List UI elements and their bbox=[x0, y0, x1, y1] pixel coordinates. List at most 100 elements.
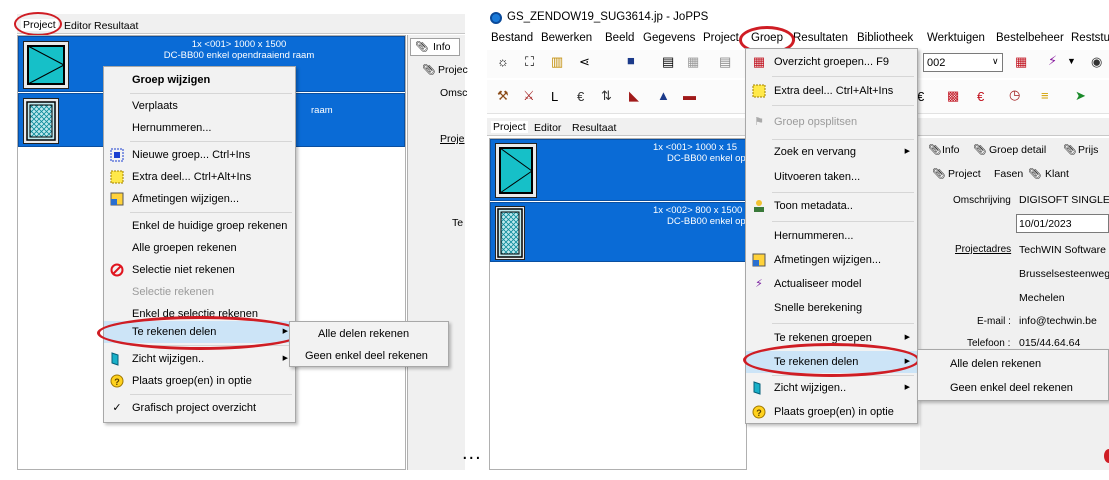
dimensions-icon bbox=[110, 192, 124, 206]
open-icon[interactable]: ▥ bbox=[551, 54, 563, 70]
chevron-down-icon[interactable]: ▼ bbox=[1067, 56, 1076, 66]
menu-uitvoeren-taken[interactable]: Uitvoeren taken... bbox=[746, 166, 917, 188]
tool-icon[interactable]: ⚔︎ bbox=[523, 88, 535, 104]
right-tab-resultaat[interactable]: Resultaat bbox=[572, 122, 616, 134]
tool-icon[interactable]: ◣ bbox=[629, 88, 639, 104]
menu-separator bbox=[130, 394, 292, 395]
menu-bibliotheek[interactable]: Bibliotheek bbox=[857, 32, 913, 44]
right-tab-editor[interactable]: Editor bbox=[534, 122, 561, 134]
window-icon bbox=[23, 41, 69, 89]
menu-extra-deel[interactable]: Extra deel... Ctrl+Alt+Ins bbox=[104, 166, 295, 188]
menu-afmetingen[interactable]: Afmetingen wijzigen... bbox=[104, 188, 295, 210]
menu-nieuwe-groep[interactable]: Nieuwe groep... Ctrl+Ins bbox=[104, 144, 295, 166]
menu-gegevens[interactable]: Gegevens bbox=[643, 32, 695, 44]
save-icon[interactable]: ■ bbox=[627, 53, 635, 68]
telefoon-value[interactable]: 015/44.64.64 bbox=[1019, 337, 1080, 349]
tab-groep-detail[interactable]: Groep detail bbox=[989, 144, 1046, 156]
menu-hernummeren[interactable]: Hernummeren... bbox=[104, 117, 295, 139]
groups-icon[interactable]: ▦ bbox=[1015, 54, 1027, 70]
menu-resultaten[interactable]: Resultaten bbox=[793, 32, 848, 44]
arrow-icon[interactable]: ➤ bbox=[1075, 88, 1086, 104]
menu-bestand[interactable]: Bestand bbox=[491, 32, 533, 44]
tool-icon[interactable]: L bbox=[551, 89, 558, 104]
tool-icon[interactable]: ⚒︎ bbox=[497, 88, 509, 104]
menu-grafisch-overzicht[interactable]: ✓ Grafisch project overzicht bbox=[104, 397, 295, 419]
tool-icon[interactable]: ◉ bbox=[1091, 54, 1102, 70]
submenu-alle-delen[interactable]: Alle delen rekenen bbox=[918, 352, 1108, 376]
menu-verplaats[interactable]: Verplaats bbox=[104, 95, 295, 117]
annotation-dot bbox=[1104, 449, 1109, 463]
menu-zicht-wijzigen[interactable]: Zicht wijzigen.. ▶ bbox=[746, 377, 917, 399]
menu-hernummeren[interactable]: Hernummeren... bbox=[746, 225, 917, 247]
submenu-alle-delen[interactable]: Alle delen rekenen bbox=[290, 323, 448, 345]
menu-actualiseer-model[interactable]: ⚡︎ Actualiseer model bbox=[746, 273, 917, 295]
clock-icon[interactable]: ◷ bbox=[1009, 87, 1020, 103]
address-line-3[interactable]: Mechelen bbox=[1019, 292, 1065, 304]
menu-toon-metadata[interactable]: Toon metadata.. bbox=[746, 195, 917, 217]
left-tab-editor[interactable]: Editor bbox=[64, 20, 91, 32]
group-row-1[interactable]: 1x <001> 1000 x 15 DC-BB00 enkel op bbox=[490, 139, 746, 201]
menu-project[interactable]: Project bbox=[703, 32, 739, 44]
group-row-2[interactable]: 1x <002> 800 x 1500 DC-BB00 enkel op bbox=[490, 202, 746, 262]
chart-icon[interactable]: ▩ bbox=[947, 88, 959, 104]
date-value: 10/01/2023 bbox=[1019, 218, 1072, 230]
tool-icon[interactable]: ⇅ bbox=[601, 88, 612, 104]
menu-reststu[interactable]: Reststu bbox=[1071, 32, 1109, 44]
check-icon: ✓ bbox=[112, 402, 122, 414]
menu-werktuigen[interactable]: Werktuigen bbox=[927, 32, 985, 44]
menu-overzicht-groepen[interactable]: ▦ Overzicht groepen... F9 bbox=[746, 51, 917, 73]
menu-groep-opsplitsen[interactable]: ⚑︎ Groep opsplitsen bbox=[746, 111, 917, 133]
annotation-ring bbox=[743, 343, 920, 377]
subtab-fasen[interactable]: Fasen bbox=[994, 168, 1023, 180]
menu-separator bbox=[772, 105, 914, 106]
left-tab-resultaat[interactable]: Resultaat bbox=[94, 20, 138, 32]
submenu-geen-deel[interactable]: Geen enkel deel rekenen bbox=[918, 376, 1108, 400]
email-label: E-mail : bbox=[977, 316, 1011, 327]
euro-icon[interactable]: € bbox=[977, 89, 984, 104]
tool-icon[interactable]: ≡ bbox=[1041, 88, 1049, 103]
print-icon[interactable]: ▤ bbox=[662, 54, 674, 70]
menu-enkel-huidige[interactable]: Enkel de huidige groep rekenen bbox=[104, 215, 295, 237]
new-icon[interactable]: ☼ bbox=[497, 54, 509, 69]
subtab-project[interactable]: Project bbox=[948, 168, 981, 180]
submenu-geen-deel[interactable]: Geen enkel deel rekenen bbox=[290, 345, 448, 367]
tool-icon[interactable]: ▬ bbox=[683, 88, 696, 103]
left-project-tab[interactable]: Projec bbox=[438, 64, 468, 76]
email-value[interactable]: info@techwin.be bbox=[1019, 315, 1097, 327]
menu-bewerken[interactable]: Bewerken bbox=[541, 32, 592, 44]
address-line-1[interactable]: TechWIN Software bbox=[1019, 244, 1106, 256]
printer-icon[interactable]: ▤ bbox=[719, 54, 731, 70]
omschrijving-value[interactable]: DIGISOFT SINGLE bbox=[1019, 194, 1109, 206]
menu-zicht-wijzigen[interactable]: Zicht wijzigen.. ▶ bbox=[104, 348, 295, 370]
euro-icon[interactable]: € bbox=[577, 89, 584, 104]
menu-alle-groepen[interactable]: Alle groepen rekenen bbox=[104, 237, 295, 259]
chevron-down-icon[interactable]: ∨ bbox=[992, 56, 999, 67]
menu-plaats-optie[interactable]: ? Plaats groep(en) in optie bbox=[746, 401, 917, 423]
menu-bestelbeheer[interactable]: Bestelbeheer bbox=[996, 32, 1064, 44]
menu-selectie-niet[interactable]: Selectie niet rekenen bbox=[104, 259, 295, 281]
tool-icon[interactable]: ▲ bbox=[657, 88, 670, 103]
menu-afmetingen[interactable]: Afmetingen wijzigen... bbox=[746, 249, 917, 271]
menu-selectie-rekenen[interactable]: Selectie rekenen bbox=[104, 281, 295, 303]
euro-icon[interactable]: € bbox=[917, 89, 924, 104]
menu-extra-deel[interactable]: Extra deel... Ctrl+Alt+Ins bbox=[746, 80, 917, 102]
telefoon-label: Telefoon : bbox=[967, 338, 1011, 349]
left-omsc-label: Omsc bbox=[440, 87, 468, 99]
detail-pane bbox=[920, 138, 1109, 470]
tab-info[interactable]: Info bbox=[942, 144, 960, 156]
subtab-klant[interactable]: Klant bbox=[1045, 168, 1069, 180]
chevron-right-icon: ▶ bbox=[282, 355, 288, 362]
menu-snelle-berekening[interactable]: Snelle berekening bbox=[746, 297, 917, 319]
grid-icon[interactable]: ▦ bbox=[687, 54, 699, 70]
lightning-icon[interactable]: ⚡︎ bbox=[1048, 53, 1057, 69]
menu-beeld[interactable]: Beeld bbox=[605, 32, 634, 44]
tab-prijs[interactable]: Prijs bbox=[1078, 144, 1098, 156]
menu-zoek-vervang[interactable]: Zoek en vervang ▶ bbox=[746, 141, 917, 163]
right-tab-project[interactable]: Project bbox=[491, 121, 528, 133]
copy-icon[interactable]: ⛶ bbox=[525, 54, 534, 70]
svg-text:?: ? bbox=[114, 377, 120, 387]
menu-plaats-optie[interactable]: ? Plaats groep(en) in optie bbox=[104, 370, 295, 392]
address-line-2[interactable]: Brusselsesteenweg bbox=[1019, 268, 1109, 280]
fork-icon[interactable]: ⋖ bbox=[579, 54, 590, 70]
menu-groep-wijzigen[interactable]: Groep wijzigen bbox=[104, 69, 295, 91]
